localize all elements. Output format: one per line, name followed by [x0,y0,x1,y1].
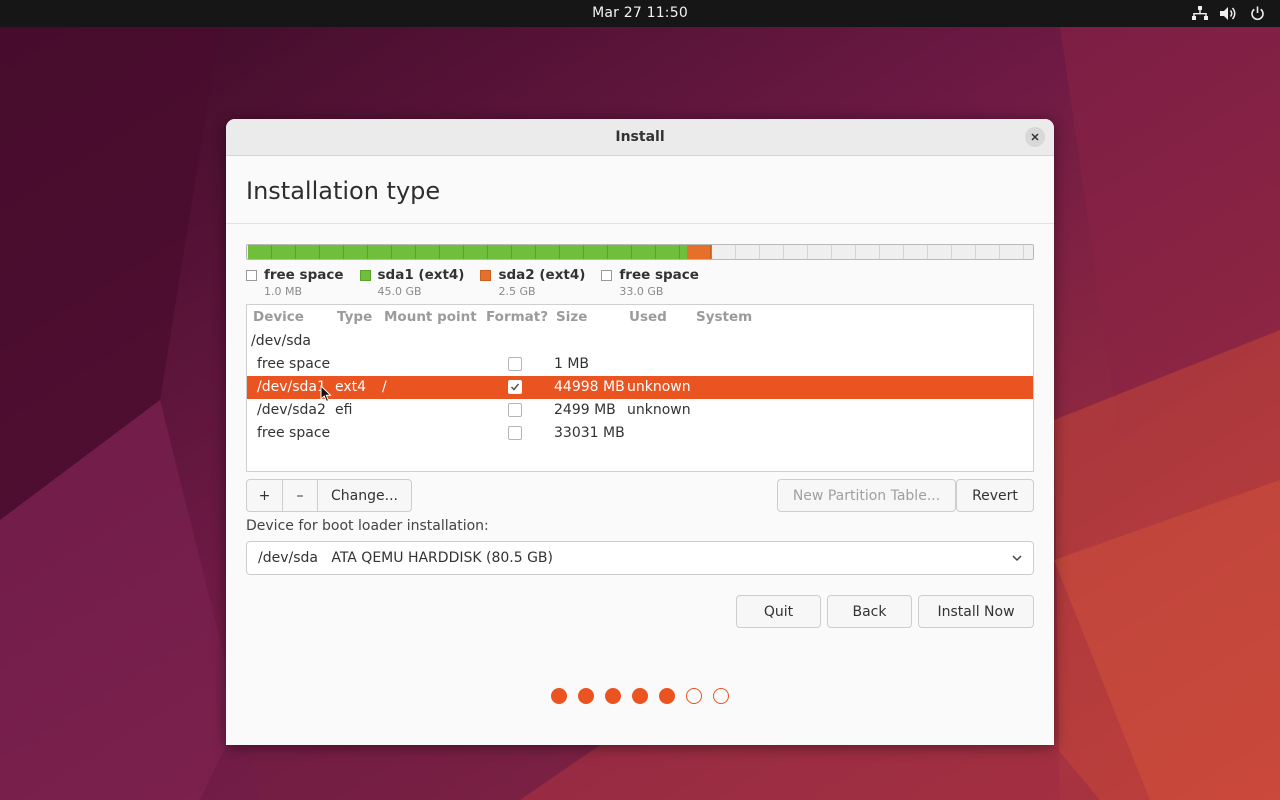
legend-swatch [246,269,257,281]
dialog-title: Install [615,129,665,145]
row-device: /dev/sda2 [257,402,326,418]
step-dot-done [605,688,621,704]
partition-table[interactable]: Device Type Mount point Format? Size Use… [246,304,1034,472]
row-size: 2499 MB [554,402,616,418]
legend-label: free space [264,267,344,283]
page-heading: Installation type [246,177,441,205]
mouse-cursor-icon [320,385,332,403]
partition-bar-sda2 [687,245,712,259]
legend-item: sda1 (ext4) 45.0 GB [359,267,465,298]
step-dot-done [551,688,567,704]
column-header-size[interactable]: Size [556,309,587,325]
step-dot-pending [713,688,729,704]
column-header-system[interactable]: System [696,309,752,325]
partition-bar [246,244,1034,260]
revert-button[interactable]: Revert [956,479,1034,512]
legend-label: free space [619,267,699,283]
row-device: free space [257,425,331,441]
legend-size: 2.5 GB [498,285,536,298]
table-header: Device Type Mount point Format? Size Use… [247,305,1033,329]
legend-swatch [480,269,492,281]
bootloader-device-select[interactable]: /dev/sda ATA QEMU HARDDISK (80.5 GB) [246,541,1034,575]
close-icon [1031,133,1039,141]
new-partition-table-button[interactable]: New Partition Table... [777,479,956,512]
legend-label: sda1 (ext4) [377,267,465,283]
table-row-selected[interactable]: /dev/sda1 ext4 / 44998 MB unknown [247,376,1033,399]
column-header-mount-point[interactable]: Mount point [384,309,477,325]
partition-actions: + – Change... [246,479,412,512]
legend-size: 33.0 GB [619,285,664,298]
format-checkbox[interactable] [508,357,522,371]
legend-swatch [601,269,613,281]
power-icon[interactable] [1249,4,1266,22]
row-size: 1 MB [554,356,590,372]
remove-partition-button[interactable]: – [283,480,318,511]
format-checkbox[interactable] [508,403,522,417]
close-button[interactable] [1025,127,1045,147]
divider [226,223,1054,224]
quit-button[interactable]: Quit [736,595,821,628]
legend-item: free space 1.0 MB [246,267,344,298]
format-checkbox[interactable] [508,426,522,440]
row-size: 33031 MB [554,425,625,441]
format-checkbox-checked[interactable] [508,380,522,394]
add-partition-button[interactable]: + [247,480,283,511]
step-dot-done [659,688,675,704]
row-device: free space [257,356,331,372]
legend-item: free space 33.0 GB [601,267,699,298]
row-device: /dev/sda1 [257,379,326,395]
row-type: ext4 [335,379,367,395]
top-bar: Mar 27 11:50 [0,0,1280,27]
partition-legend: free space 1.0 MB sda1 (ext4) 45.0 GB sd… [246,267,715,298]
chevron-down-icon [1012,555,1022,562]
dialog-titlebar[interactable]: Install [226,119,1054,156]
partition-bar-sda1 [248,245,687,259]
step-indicator [226,688,1054,704]
legend-size: 1.0 MB [264,285,303,298]
bootloader-label: Device for boot loader installation: [246,518,489,534]
install-now-button[interactable]: Install Now [918,595,1034,628]
column-header-type[interactable]: Type [337,309,372,325]
row-type: efi [335,402,353,418]
back-button[interactable]: Back [827,595,912,628]
bootloader-device-value: /dev/sda ATA QEMU HARDDISK (80.5 GB) [258,550,553,566]
change-partition-button[interactable]: Change... [318,480,411,511]
row-size: 44998 MB [554,379,625,395]
check-icon [510,383,520,391]
legend-swatch [359,269,371,281]
column-header-device[interactable]: Device [253,309,304,325]
column-header-format[interactable]: Format? [486,309,548,325]
table-row-disk[interactable]: /dev/sda [247,330,1033,353]
legend-item: sda2 (ext4) 2.5 GB [480,267,585,298]
column-header-used[interactable]: Used [629,309,667,325]
legend-size: 45.0 GB [377,285,422,298]
step-dot-done [578,688,594,704]
legend-label: sda2 (ext4) [498,267,586,283]
table-row[interactable]: free space 33031 MB [247,422,1033,445]
system-tray[interactable] [1191,4,1266,22]
clock[interactable]: Mar 27 11:50 [0,5,1280,21]
step-dot-pending [686,688,702,704]
row-used: unknown [627,402,691,418]
row-mount-point: / [382,379,387,395]
disk-label: /dev/sda [251,333,311,349]
table-row[interactable]: free space 1 MB [247,353,1033,376]
partition-bar-free-end [712,245,1033,259]
step-dot-done [632,688,648,704]
row-used: unknown [627,379,691,395]
volume-icon[interactable] [1220,4,1237,22]
install-dialog: Install Installation type free space 1.0… [226,119,1054,745]
table-row[interactable]: /dev/sda2 efi 2499 MB unknown [247,399,1033,422]
network-icon[interactable] [1191,4,1208,22]
